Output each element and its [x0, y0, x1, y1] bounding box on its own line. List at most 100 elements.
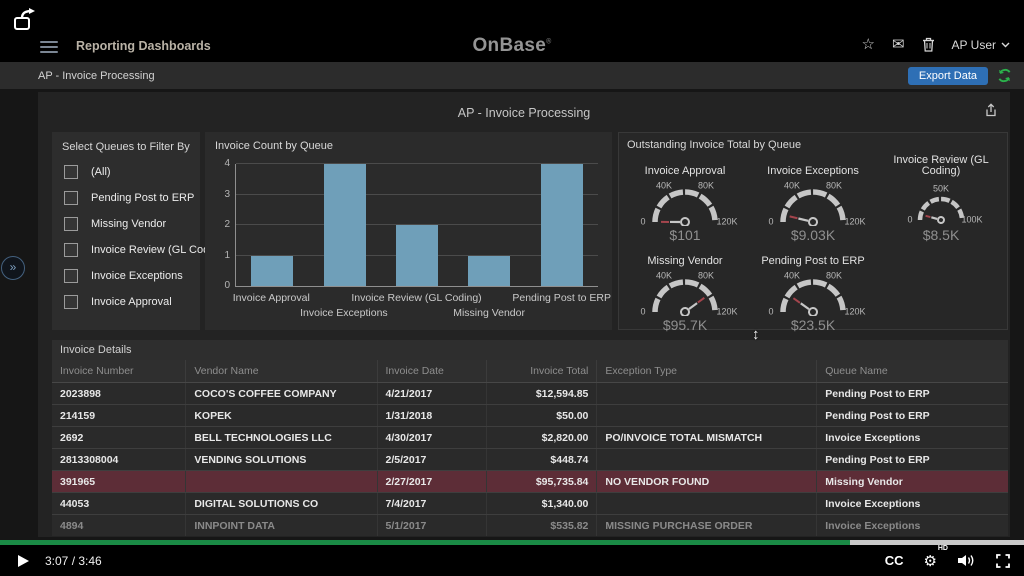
- x-axis-label: Missing Vendor: [453, 307, 525, 319]
- gauges-panel: Outstanding Invoice Total by Queue Invoi…: [618, 132, 1008, 330]
- table-row[interactable]: 3919652/27/2017$95,735.84NO VENDOR FOUND…: [52, 471, 1008, 493]
- table-row[interactable]: 4894INNPOINT DATA5/1/2017$535.82MISSING …: [52, 515, 1008, 537]
- table-cell: 1/31/2018: [377, 405, 487, 427]
- invoice-table: Invoice NumberVendor NameInvoice DateInv…: [52, 360, 1008, 536]
- fullscreen-icon[interactable]: [996, 554, 1010, 568]
- filter-option[interactable]: Missing Vendor: [64, 217, 200, 231]
- column-header[interactable]: Queue Name: [817, 360, 1008, 383]
- table-cell: $50.00: [487, 405, 597, 427]
- settings-gear-icon[interactable]: ⚙HD: [924, 552, 937, 570]
- gauge-tick-label: 50K: [933, 184, 949, 194]
- filter-option[interactable]: (All): [64, 165, 200, 179]
- gauge-tick-label: 0: [768, 217, 773, 227]
- filter-option[interactable]: Invoice Review (GL Coding): [64, 243, 200, 257]
- table-row[interactable]: 2023898COCO'S COFFEE COMPANY4/21/2017$12…: [52, 383, 1008, 405]
- panel-expander-button[interactable]: »: [1, 256, 25, 280]
- gauge-tick-label: 80K: [826, 180, 842, 190]
- favorite-star-icon[interactable]: ☆: [862, 37, 875, 52]
- bar[interactable]: [396, 225, 438, 286]
- table-cell: Invoice Exceptions: [817, 427, 1008, 449]
- gauge-title: Invoice Exceptions: [767, 155, 859, 177]
- user-menu[interactable]: AP User: [952, 38, 1010, 52]
- column-header[interactable]: Invoice Date: [377, 360, 487, 383]
- hd-badge: HD: [938, 545, 948, 552]
- bar[interactable]: [468, 256, 510, 287]
- video-share-icon[interactable]: [12, 8, 42, 36]
- gauge-grid: Invoice Approval040K80K120K$101Invoice E…: [621, 155, 1005, 333]
- filter-option-label: Missing Vendor: [91, 218, 166, 230]
- gauge-tick-label: 0: [640, 217, 645, 227]
- x-axis-label: Invoice Review (GL Coding): [351, 292, 481, 304]
- table-cell: 4/30/2017: [377, 427, 487, 449]
- column-header[interactable]: Invoice Number: [52, 360, 186, 383]
- table-cell: BELL TECHNOLOGIES LLC: [186, 427, 377, 449]
- table-cell: MISSING PURCHASE ORDER: [597, 515, 817, 537]
- filter-option-label: Invoice Approval: [91, 296, 172, 308]
- play-button[interactable]: [18, 555, 29, 567]
- checkbox[interactable]: [64, 191, 78, 205]
- chevron-down-icon: [1001, 42, 1010, 48]
- filter-option[interactable]: Invoice Approval: [64, 295, 200, 309]
- table-cell: $95,735.84: [487, 471, 597, 493]
- app-content: AP - Invoice Processing Export Data AP -…: [0, 62, 1024, 540]
- gauge-title: Invoice Review (GL Coding): [877, 155, 1005, 177]
- gauge-figure: 040K80K120K: [749, 270, 877, 316]
- filter-option[interactable]: Pending Post to ERP: [64, 191, 200, 205]
- player-controls: 3:07 / 3:46 CC ⚙HD: [0, 545, 1024, 576]
- table-cell: PO/INVOICE TOTAL MISMATCH: [597, 427, 817, 449]
- table-cell: 7/4/2017: [377, 493, 487, 515]
- gauge: Invoice Exceptions040K80K120K$9.03K: [749, 155, 877, 243]
- filter-option[interactable]: Invoice Exceptions: [64, 269, 200, 283]
- column-header[interactable]: Vendor Name: [186, 360, 377, 383]
- gauge-tick-label: 100K: [961, 215, 982, 225]
- gauge-tick-label: 0: [640, 307, 645, 317]
- export-data-button[interactable]: Export Data: [908, 67, 988, 85]
- bar-plot: 01234: [235, 164, 598, 287]
- table-cell: VENDING SOLUTIONS: [186, 449, 377, 471]
- trash-icon[interactable]: [922, 37, 935, 52]
- bar[interactable]: [324, 164, 366, 286]
- checkbox[interactable]: [64, 217, 78, 231]
- y-axis-tick: 0: [212, 280, 230, 291]
- checkbox[interactable]: [64, 269, 78, 283]
- table-cell: Pending Post to ERP: [817, 383, 1008, 405]
- gauge-tick-label: 40K: [784, 270, 800, 280]
- table-cell: [597, 493, 817, 515]
- table-row[interactable]: 44053DIGITAL SOLUTIONS CO7/4/2017$1,340.…: [52, 493, 1008, 515]
- x-axis-label: Pending Post to ERP: [512, 292, 611, 304]
- table-row[interactable]: 2813308004VENDING SOLUTIONS2/5/2017$448.…: [52, 449, 1008, 471]
- refresh-icon[interactable]: [997, 68, 1012, 83]
- closed-captions-button[interactable]: CC: [885, 553, 904, 568]
- table-cell: $448.74: [487, 449, 597, 471]
- column-header[interactable]: Exception Type: [597, 360, 817, 383]
- table-cell: Invoice Exceptions: [817, 493, 1008, 515]
- bar[interactable]: [251, 256, 293, 287]
- table-cell: COCO'S COFFEE COMPANY: [186, 383, 377, 405]
- gauges-panel-title: Outstanding Invoice Total by Queue: [627, 139, 801, 151]
- bar[interactable]: [541, 164, 583, 286]
- column-header[interactable]: Invoice Total: [487, 360, 597, 383]
- share-dashboard-icon[interactable]: [984, 103, 998, 117]
- checkbox[interactable]: [64, 295, 78, 309]
- table-cell: Pending Post to ERP: [817, 405, 1008, 427]
- table-cell: Missing Vendor: [817, 471, 1008, 493]
- gauge-tick-label: 40K: [656, 270, 672, 280]
- checkbox[interactable]: [64, 243, 78, 257]
- table-cell: KOPEK: [186, 405, 377, 427]
- gauge-figure: 050K100K: [877, 180, 1005, 226]
- table-cell: 5/1/2017: [377, 515, 487, 537]
- invoice-details-panel: Invoice Details Invoice NumberVendor Nam…: [52, 340, 1008, 536]
- y-axis-tick: 4: [212, 158, 230, 169]
- table-row[interactable]: 2692BELL TECHNOLOGIES LLC4/30/2017$2,820…: [52, 427, 1008, 449]
- table-cell: $1,340.00: [487, 493, 597, 515]
- table-row[interactable]: 214159KOPEK1/31/2018$50.00Pending Post t…: [52, 405, 1008, 427]
- volume-icon[interactable]: [957, 554, 976, 567]
- x-axis-label: Invoice Approval: [233, 292, 310, 304]
- table-cell: [597, 405, 817, 427]
- mail-icon[interactable]: ✉: [892, 37, 905, 52]
- checkbox[interactable]: [64, 165, 78, 179]
- dashboard-panel: AP - Invoice Processing Select Queues to…: [38, 92, 1010, 537]
- table-cell: 2/5/2017: [377, 449, 487, 471]
- table-cell: $12,594.85: [487, 383, 597, 405]
- invoice-details-title: Invoice Details: [52, 340, 1008, 360]
